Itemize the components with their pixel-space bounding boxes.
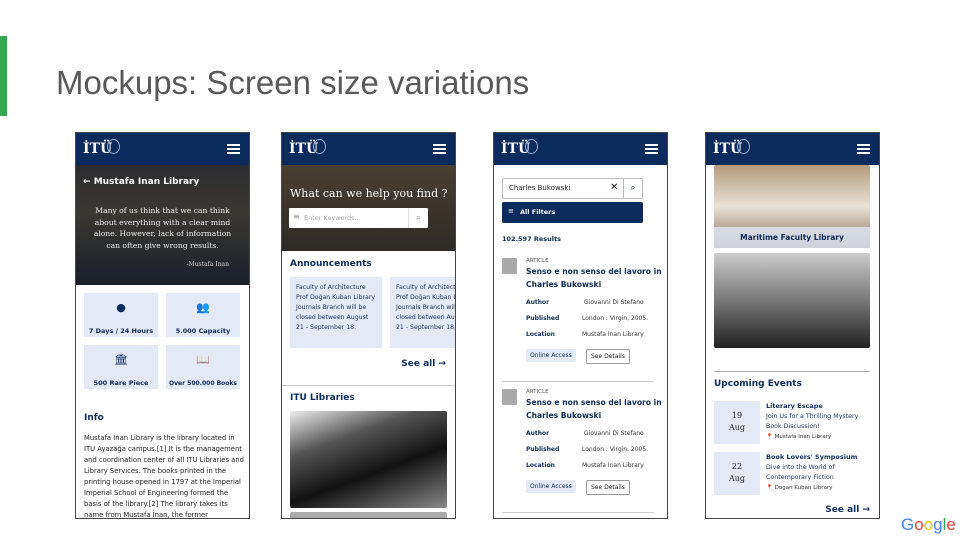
divider [502,381,654,382]
seal-icon [737,139,750,154]
event-item[interactable]: 19 Aug Literary Escape Join Us for a Thri… [706,401,879,445]
libraries-heading: ITU Libraries [290,393,355,403]
menu-icon[interactable] [433,144,446,154]
app-header: İTÜ [76,133,249,165]
bookmark-icon [502,389,517,405]
library-photo[interactable] [290,512,447,518]
tile-books: 📖 Over 500.000 Books [166,345,240,389]
library-photo[interactable] [290,411,447,508]
info-text: Mustafa İnan Library is the library loca… [84,434,244,519]
library-caption: Maritime Faculty Library [714,227,870,248]
hero-image: ← Mustafa Inan Library Many of us think … [76,165,249,285]
see-details-button[interactable]: See Details [586,349,630,364]
tile-rare: 🏛 500 Rare Piece [84,345,158,389]
location-pin-icon: 📍 [766,485,773,491]
announcements-heading: Announcements [290,259,372,269]
app-header: İTÜ [282,133,455,165]
clear-icon[interactable]: ✕ [610,182,618,193]
search-icon[interactable]: ⌕ [408,208,428,228]
menu-icon[interactable] [857,144,870,154]
result-title[interactable]: Senso e non senso del lavoro in Charles B… [526,266,662,291]
book-icon: 📖 [196,353,210,366]
divider [282,385,455,386]
see-all-link[interactable]: See all → [825,505,870,515]
announcement-card[interactable]: Faculty of Architecture Prof Doğan Kuban… [290,277,382,348]
clock-icon: ● [116,301,126,314]
see-all-link[interactable]: See all → [401,359,446,369]
online-access-button[interactable]: Online Access [526,349,576,362]
menu-icon[interactable] [227,144,240,154]
phone-search-results: İTÜ Charles Bukowski ✕ ⌕ ≡ All Filters 10… [493,132,668,519]
all-filters-button[interactable]: ≡ All Filters [502,202,643,223]
library-title: Mustafa Inan Library [93,177,200,187]
back-arrow-icon[interactable]: ← [83,177,94,187]
hero-title: What can we help you find ? [290,187,448,200]
search-input[interactable]: Charles Bukowski ✕ ⌕ [502,178,643,199]
accent-bar [0,36,7,116]
document-icon [502,258,517,274]
filter-icon: ≡ [508,207,514,215]
quote-author: -Mustafa Inan [186,261,229,268]
online-access-button[interactable]: Online Access [526,480,576,493]
menu-lines-icon: ≡ [293,212,300,221]
seal-icon [107,139,120,154]
result-item: ARTICLE Senso e non senso del lavoro in C… [494,255,667,386]
quote: Many of us think that we can think about … [93,206,232,250]
event-date: 19 Aug [714,401,760,444]
divider [714,371,870,372]
keyword-search-input[interactable]: ≡ Enter Keywords... ⌕ [289,208,428,228]
divider [502,512,654,513]
see-details-button[interactable]: See Details [586,480,630,495]
info-heading: Info [84,413,104,423]
library-photo[interactable] [714,253,870,348]
people-icon: 👥 [196,301,210,314]
menu-icon[interactable] [645,144,658,154]
phone-library-detail: İTÜ ← Mustafa Inan Library Many of us th… [75,132,250,519]
announcement-card[interactable]: Faculty of Architecture Prof Doğan Kuban… [390,277,455,348]
event-date: 22 Aug [714,452,760,495]
phone-libraries-events: İTÜ Maritime Faculty Library Upcoming Ev… [705,132,880,519]
app-header: İTÜ [494,133,667,165]
results-count: 102.597 Results [502,235,561,243]
tile-capacity: 👥 5.000 Capacity [166,293,240,337]
library-photo[interactable]: Maritime Faculty Library [714,165,870,248]
app-header: İTÜ [706,133,879,165]
result-title[interactable]: Senso e non senso del lavoro in Charles B… [526,397,662,422]
search-icon[interactable]: ⌕ [623,179,642,198]
hero-image: What can we help you find ? ≡ Enter Keyw… [282,165,455,251]
seal-icon [525,139,538,154]
location-pin-icon: 📍 [766,434,773,440]
events-heading: Upcoming Events [714,379,802,389]
museum-icon: 🏛 [114,353,128,366]
result-item: ARTICLE Senso e non senso del lavoro in C… [494,386,667,517]
tile-hours: ● 7 Days / 24 Hours [84,293,158,337]
event-item[interactable]: 22 Aug Book Lovers' Symposium Dive into t… [706,452,879,496]
slide-title: Mockups: Screen size variations [56,64,530,101]
seal-icon [313,139,326,154]
google-logo: Google [901,515,956,534]
phone-home: İTÜ What can we help you find ? ≡ Enter … [281,132,456,519]
